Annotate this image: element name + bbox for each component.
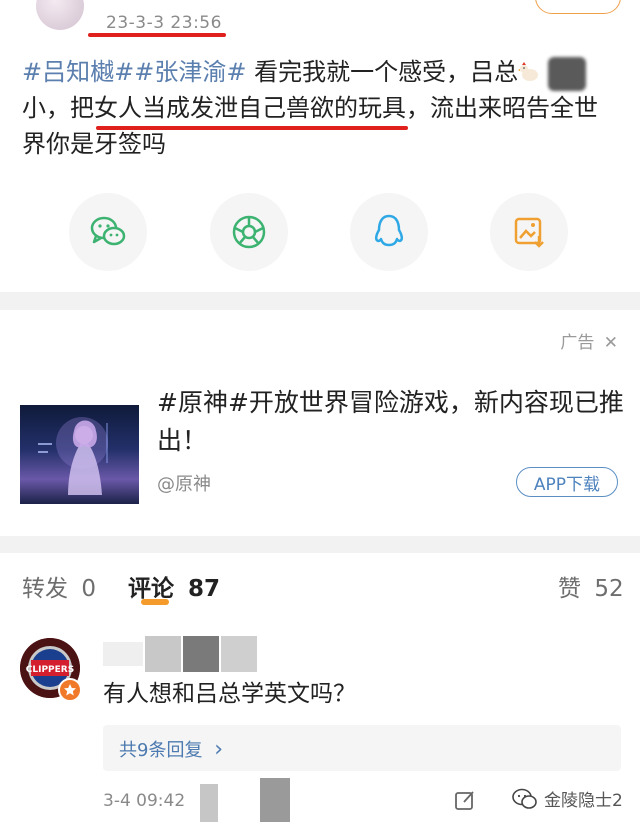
post-text-line1: 看完我就一个感受，吕总 [246,58,519,86]
verified-badge-icon [58,678,82,702]
tab-likes-count: 52 [594,576,624,602]
ad-label: 广告 ✕ [560,328,618,353]
redacted-username [103,636,257,672]
post-text-line2-post: ，流出来昭告全世 [406,94,598,122]
game-artwork [38,416,108,495]
author-avatar[interactable] [36,0,84,30]
annotation-underline [88,33,226,37]
ad-source[interactable]: @原神 [157,470,211,496]
post-card: 23-3-3 23:56 #吕知樾##张津渝# 看完我就一个感受，吕总 小，把女… [0,0,640,292]
tab-reposts[interactable]: 转发 0 [22,569,96,603]
tab-reposts-count: 0 [81,576,96,602]
section-divider [0,536,640,553]
post-text-line2-pre: 小，把 [22,94,94,122]
annotation-underline [96,126,408,130]
ad-title[interactable]: #原神#开放世界冒险游戏，新内容现已推出！ [157,384,627,460]
replies-count-label: 共9条回复 › [119,736,223,762]
app-download-button[interactable]: APP下载 [516,467,618,497]
tab-comments-count: 87 [188,576,221,602]
wechat-logo-icon [512,788,537,809]
tab-likes[interactable]: 赞 52 [558,569,624,603]
interaction-tabs: 转发 0 评论 87 赞 52 [0,553,640,618]
tab-comments[interactable]: 评论 87 [128,569,220,603]
wechat-icon [90,216,126,246]
watermark-text: 金陵隐士2 [544,791,623,811]
chicken-emoji-icon [518,62,539,81]
follow-button[interactable] [535,0,621,14]
share-moments-button[interactable] [210,193,288,271]
comment-time: 3-4 09:42 [103,791,186,811]
redaction-mosaic [548,57,586,91]
post-body: #吕知樾##张津渝# 看完我就一个感受，吕总 小，把女人当成发泄自己兽欲的玩具，… [22,54,620,162]
save-image-icon [514,217,544,248]
share-qq-button[interactable] [350,193,428,271]
qq-icon [374,214,404,247]
save-image-button[interactable] [490,193,568,271]
ad-card[interactable]: 广告 ✕ #原神#开放世界冒险游戏，新内容现已推出！ @原神 APP下载 [0,310,640,536]
post-text-highlight: 女人当成发泄自己兽欲的玩具 [94,94,406,122]
logo-text: CLIPPERS [26,665,74,675]
tab-reposts-label: 转发 [22,576,68,602]
share-bar [0,193,640,273]
ad-label-text: 广告 [560,333,595,353]
hashtag-link[interactable]: #吕知樾##张津渝# [22,58,246,86]
tab-likes-label: 赞 [558,576,581,602]
view-replies-button[interactable]: 共9条回复 › [103,725,621,771]
section-divider [0,292,640,310]
share-wechat-button[interactable] [69,193,147,271]
wechat-watermark: 金陵隐士2 [512,786,623,811]
redaction-mosaic [200,778,290,822]
comment-item: CLIPPERS 有人想和吕总学英文吗？ 共9条回复 › 3-4 09:42 金… [0,618,640,825]
active-tab-indicator [141,599,169,605]
replies-text: 共9条回复 [119,740,203,761]
reply-edit-icon[interactable] [454,789,476,811]
comment-text: 有人想和吕总学英文吗？ [103,681,356,707]
close-icon[interactable]: ✕ [604,333,618,353]
chevron-right-icon: › [214,737,223,762]
ad-image[interactable] [20,380,139,528]
post-timestamp: 23-3-3 23:56 [106,13,222,33]
moments-icon [232,215,266,249]
game-banner-image [20,404,139,504]
post-text-line3: 界你是牙签吗 [22,130,166,158]
